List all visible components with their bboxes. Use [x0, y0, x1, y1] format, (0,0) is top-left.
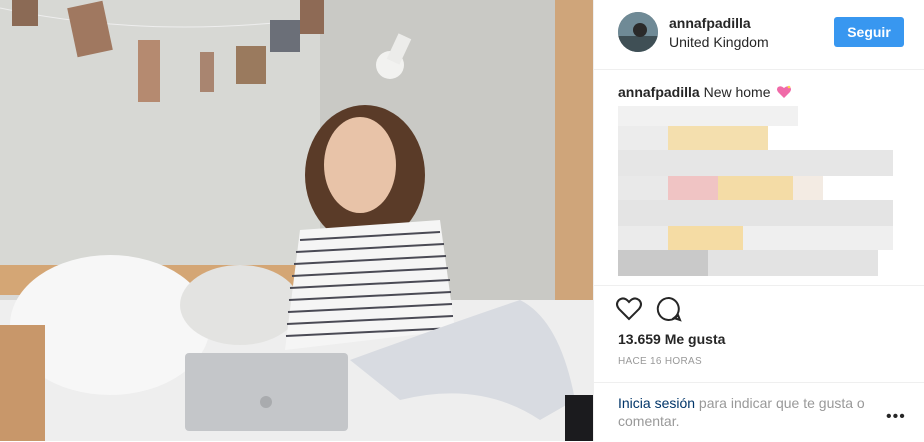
blurred-content — [618, 106, 899, 278]
heart-outline-icon[interactable] — [615, 296, 643, 322]
post-caption: annafpadilla New home — [618, 84, 792, 100]
caption-username[interactable]: annafpadilla — [618, 84, 700, 100]
post-header: annafpadilla United Kingdom Seguir — [594, 0, 924, 70]
post-photo[interactable] — [0, 0, 593, 441]
likes-count[interactable]: 13.659 Me gusta — [618, 331, 725, 347]
avatar[interactable] — [618, 12, 658, 52]
post-photo-illustration — [0, 0, 593, 441]
header-username[interactable]: annafpadilla — [669, 15, 751, 31]
comment-bubble-icon[interactable] — [656, 296, 682, 322]
login-link[interactable]: Inicia sesión — [618, 395, 695, 411]
more-options-icon[interactable]: ••• — [886, 408, 906, 426]
login-prompt: Inicia sesión para indicar que te gusta … — [618, 394, 888, 430]
divider — [594, 382, 924, 383]
post-side-panel: annafpadilla United Kingdom Seguir annaf… — [593, 0, 924, 441]
sparkling-heart-icon — [777, 85, 792, 98]
follow-button[interactable]: Seguir — [834, 17, 904, 47]
post-actions: 13.659 Me gusta HACE 16 HORAS Inicia ses… — [594, 285, 924, 442]
instagram-post: annafpadilla United Kingdom Seguir annaf… — [0, 0, 924, 441]
post-timestamp[interactable]: HACE 16 HORAS — [618, 356, 702, 367]
avatar-image — [618, 12, 658, 52]
header-location[interactable]: United Kingdom — [669, 34, 769, 50]
caption-text: New home — [703, 84, 771, 100]
